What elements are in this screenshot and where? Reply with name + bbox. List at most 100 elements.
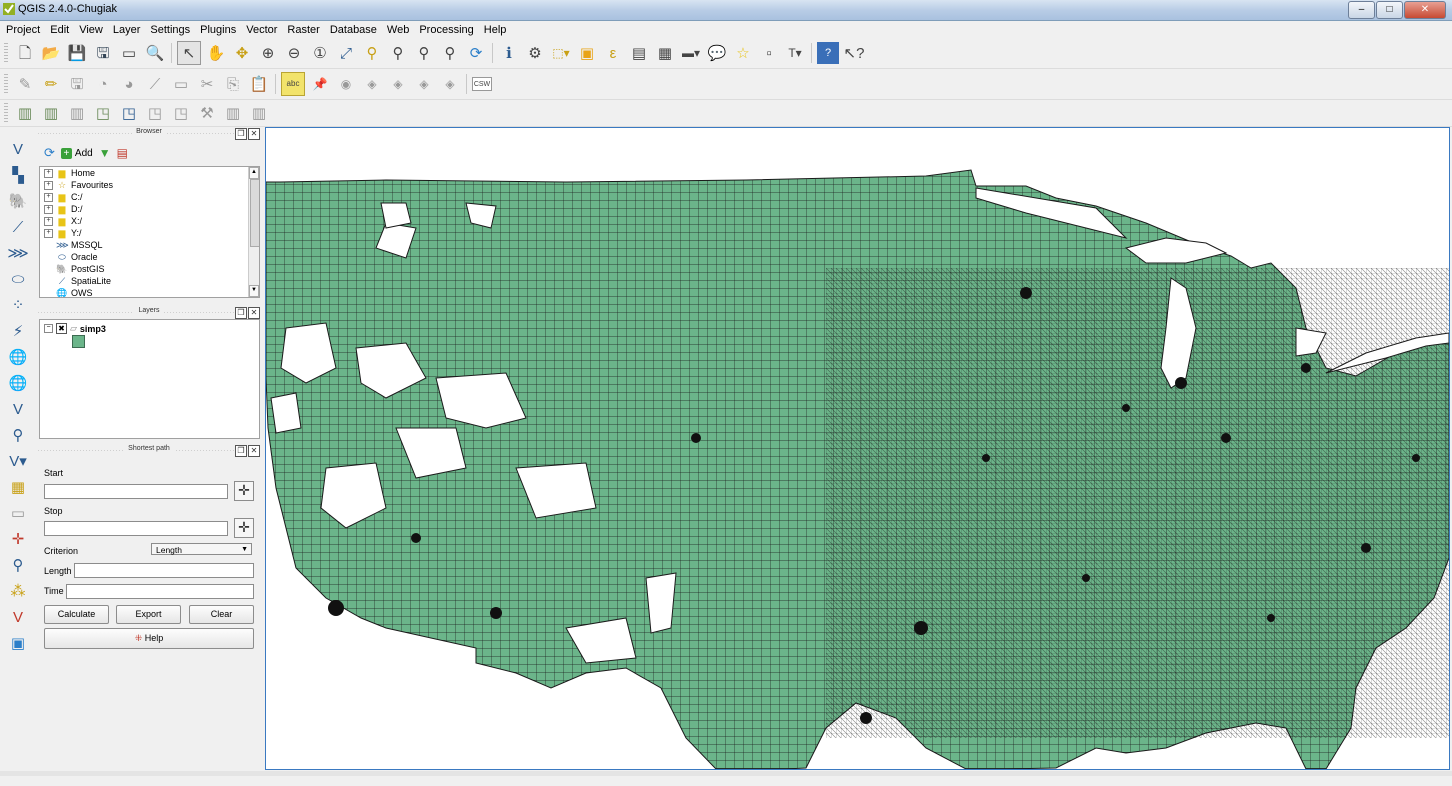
cut-features-icon[interactable]: ✂ xyxy=(196,73,218,95)
expand-icon[interactable]: + xyxy=(44,192,53,202)
browser-item[interactable]: + ▆ D:/ xyxy=(40,203,259,215)
vector-tool-7-icon[interactable]: ▥ xyxy=(248,102,270,124)
change-label-icon[interactable]: ◈ xyxy=(413,73,435,95)
length-field[interactable] xyxy=(74,563,254,578)
statistical-summary-icon[interactable]: ▦ xyxy=(654,42,676,64)
collapse-all-icon[interactable]: ▤ xyxy=(117,146,128,160)
add-wfs-layer-icon[interactable]: 🌐 xyxy=(6,371,30,395)
raster-tool-3-icon[interactable]: ▥ xyxy=(66,102,88,124)
clear-button[interactable]: Clear xyxy=(189,605,254,624)
map-canvas[interactable] xyxy=(265,127,1450,770)
browser-item[interactable]: 🐘 PostGIS xyxy=(40,263,259,275)
stop-point-field[interactable] xyxy=(44,521,228,536)
add-gps-layer-icon[interactable]: ⚲ xyxy=(6,423,30,447)
attribute-table-icon[interactable]: ▤ xyxy=(628,42,650,64)
browser-item[interactable]: ⟋ SpatiaLite xyxy=(40,275,259,287)
vector-tool-3-icon[interactable]: ◳ xyxy=(144,102,166,124)
add-feature-icon[interactable]: ◔ xyxy=(92,73,114,95)
save-project-icon[interactable]: 💾 xyxy=(66,42,88,64)
menu-plugins[interactable]: Plugins xyxy=(196,24,242,36)
menu-view[interactable]: View xyxy=(75,24,109,36)
whats-this-icon[interactable]: ↖? xyxy=(843,42,865,64)
close-panel-icon[interactable]: ✕ xyxy=(248,307,260,319)
new-temporary-layer-icon[interactable]: ▭ xyxy=(6,501,30,525)
refresh-icon[interactable]: ⟳ xyxy=(465,42,487,64)
delete-selected-icon[interactable]: ▭ xyxy=(170,73,192,95)
close-button[interactable]: ✕ xyxy=(1404,1,1446,19)
run-feature-action-icon[interactable]: ⚙ xyxy=(524,42,546,64)
zoom-to-selection-icon[interactable]: ⚲ xyxy=(361,42,383,64)
browser-scrollbar[interactable]: ▲ ▼ xyxy=(248,167,259,297)
add-selected-layers-button[interactable]: + Add xyxy=(60,147,93,159)
zoom-last-icon[interactable]: ⚲ xyxy=(413,42,435,64)
capture-start-point-button[interactable]: ✛ xyxy=(234,481,254,501)
raster-tool-2-icon[interactable]: ▥ xyxy=(40,102,62,124)
add-vector-layer-icon[interactable]: V xyxy=(6,137,30,161)
float-panel-icon[interactable]: ❐ xyxy=(235,307,247,319)
add-postgis-layer-icon[interactable]: 🐘 xyxy=(6,189,30,213)
menu-help[interactable]: Help xyxy=(480,24,513,36)
paste-features-icon[interactable]: 📋 xyxy=(248,73,270,95)
capture-stop-point-button[interactable]: ✛ xyxy=(234,518,254,538)
zoom-in-icon[interactable]: ⊕ xyxy=(257,42,279,64)
node-tool-icon[interactable]: ⟋ xyxy=(144,73,166,95)
identify-features-icon[interactable]: ℹ xyxy=(498,42,520,64)
menu-processing[interactable]: Processing xyxy=(415,24,479,36)
float-panel-icon[interactable]: ❐ xyxy=(235,445,247,457)
pin-labels-icon[interactable]: 📌 xyxy=(309,73,331,95)
layers-tree[interactable]: − ✖ ▱ simp3 xyxy=(39,319,260,439)
maximize-button[interactable]: □ xyxy=(1376,1,1403,19)
scroll-up-icon[interactable]: ▲ xyxy=(249,167,259,179)
browser-item[interactable]: + ☆ Favourites xyxy=(40,179,259,191)
expand-icon[interactable]: + xyxy=(44,180,53,190)
move-label-icon[interactable]: ◈ xyxy=(361,73,383,95)
road-graph-icon[interactable]: ⁂ xyxy=(6,579,30,603)
layer-item[interactable]: − ✖ ▱ simp3 xyxy=(44,323,106,334)
browser-item[interactable]: ⋙ MSSQL xyxy=(40,239,259,251)
menu-web[interactable]: Web xyxy=(383,24,415,36)
touch-zoom-icon[interactable]: ↖ xyxy=(177,41,201,65)
filter-icon[interactable]: ▼ xyxy=(99,146,111,160)
deselect-features-icon[interactable]: ▣ xyxy=(576,42,598,64)
pan-icon[interactable]: ✋ xyxy=(205,42,227,64)
new-shapefile-layer-icon[interactable]: V▾ xyxy=(6,449,30,473)
toggle-editing-icon[interactable]: ✏ xyxy=(40,73,62,95)
save-layer-edits-icon[interactable]: 🖫 xyxy=(66,73,88,95)
expand-icon[interactable]: + xyxy=(44,216,53,226)
gps-tools-icon[interactable]: ⚲ xyxy=(6,553,30,577)
show-hide-labels-icon[interactable]: ◈ xyxy=(439,73,461,95)
metasearch-csw-icon[interactable]: CSW xyxy=(472,77,492,91)
vector-tool-5-icon[interactable]: ⚒ xyxy=(196,102,218,124)
zoom-full-icon[interactable]: ⤢ xyxy=(335,42,357,64)
new-print-composer-icon[interactable]: ▭ xyxy=(118,42,140,64)
zoom-next-icon[interactable]: ⚲ xyxy=(439,42,461,64)
toolbar-grip[interactable] xyxy=(4,74,8,94)
menu-database[interactable]: Database xyxy=(326,24,383,36)
new-bookmark-icon[interactable]: ☆ xyxy=(732,42,754,64)
expand-icon[interactable]: + xyxy=(44,228,53,238)
add-mssql-layer-icon[interactable]: ⋙ xyxy=(6,241,30,265)
menu-raster[interactable]: Raster xyxy=(283,24,325,36)
heatmap-icon[interactable]: ▣ xyxy=(6,631,30,655)
field-calculator-icon[interactable]: ε xyxy=(602,42,624,64)
close-panel-icon[interactable]: ✕ xyxy=(248,128,260,140)
vector-tool-4-icon[interactable]: ◳ xyxy=(170,102,192,124)
add-oracle-layer-icon[interactable]: ⬭ xyxy=(6,267,30,291)
measure-line-icon[interactable]: ▬▾ xyxy=(680,42,702,64)
scroll-thumb[interactable] xyxy=(250,179,259,247)
expand-icon[interactable]: + xyxy=(44,168,53,178)
expand-icon[interactable]: + xyxy=(44,204,53,214)
menu-layer[interactable]: Layer xyxy=(109,24,147,36)
browser-item[interactable]: ⬭ Oracle xyxy=(40,251,259,263)
georeferencer-icon[interactable]: ✛ xyxy=(6,527,30,551)
rotate-label-icon[interactable]: ◈ xyxy=(387,73,409,95)
save-as-icon[interactable]: 🖫 xyxy=(92,42,114,64)
menu-vector[interactable]: Vector xyxy=(242,24,283,36)
new-spatialite-layer-icon[interactable]: ▦ xyxy=(6,475,30,499)
add-spatialite-layer-icon[interactable]: ⟋ xyxy=(6,215,30,239)
vector-tool-6-icon[interactable]: ▥ xyxy=(222,102,244,124)
pan-to-selection-icon[interactable]: ✥ xyxy=(231,42,253,64)
menu-edit[interactable]: Edit xyxy=(46,24,75,36)
zoom-to-layer-icon[interactable]: ⚲ xyxy=(387,42,409,64)
composer-manager-icon[interactable]: 🔍 xyxy=(144,42,166,64)
